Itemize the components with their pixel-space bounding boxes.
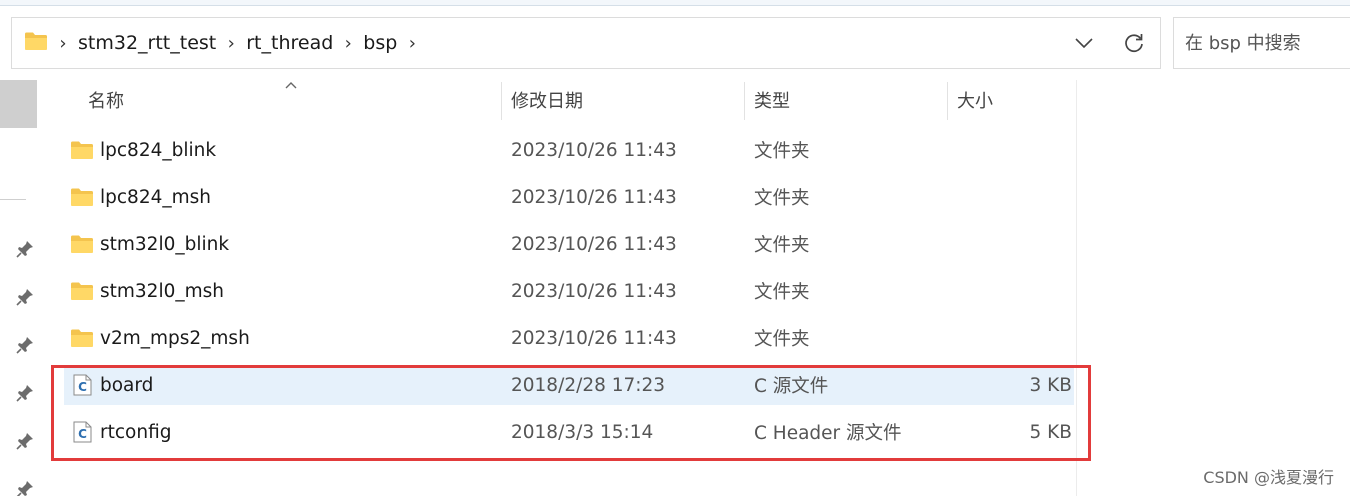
file-type: 文件夹 [754,282,810,303]
file-date: 2023/10/26 11:43 [511,139,677,161]
refresh-icon [1125,34,1143,53]
folder-icon [24,31,48,55]
file-name[interactable]: stm32l0_blink [100,224,229,264]
pin-icon[interactable] [16,384,34,402]
c-file-icon: C [73,374,92,396]
nav-selected-item[interactable] [0,80,37,128]
svg-text:C: C [78,380,87,394]
search-box[interactable] [1173,17,1350,69]
file-name[interactable]: v2m_mps2_msh [100,318,250,358]
folder-icon [71,235,93,253]
file-name[interactable]: stm32l0_msh [100,271,224,311]
file-date: 2023/10/26 11:43 [511,280,677,302]
list-item[interactable]: lpc824_blink 2023/10/26 11:43 文件夹 [64,130,1074,170]
file-date: 2018/2/28 17:23 [511,374,666,396]
address-bar[interactable]: › stm32_rtt_test › rt_thread › bsp › [11,17,1161,69]
pin-icon[interactable] [16,288,34,306]
file-type: C 源文件 [754,376,829,397]
file-type: C Header 源文件 [754,423,902,444]
svg-text:C: C [78,427,87,441]
file-date: 2023/10/26 11:43 [511,327,677,349]
column-divider[interactable] [501,82,502,120]
watermark: CSDN @浅夏漫行 [1203,468,1334,487]
folder-icon [71,141,93,159]
file-type: 文件夹 [754,329,810,350]
chevron-down-icon [1075,38,1093,49]
file-name[interactable]: rtconfig [100,412,171,452]
folder-icon [71,329,93,347]
folder-icon [71,282,93,300]
breadcrumb-separator[interactable]: › [397,33,427,54]
file-type: 文件夹 [754,235,810,256]
pin-icon[interactable] [16,336,34,354]
c-file-icon: C [73,421,92,443]
file-size: 3 KB [1029,374,1072,396]
file-list[interactable]: 名称 修改日期 类型 大小 lpc824_blink 2023/10/26 11… [60,80,1075,496]
search-input[interactable] [1174,18,1350,68]
list-item[interactable]: lpc824_msh 2023/10/26 11:43 文件夹 [64,177,1074,217]
pin-icon[interactable] [16,240,34,258]
list-item[interactable]: v2m_mps2_msh 2023/10/26 11:43 文件夹 [64,318,1074,358]
column-header-date[interactable]: 修改日期 [511,80,583,120]
title-bar-edge [0,0,1350,6]
column-header-row: 名称 修改日期 类型 大小 [60,80,1075,120]
column-divider[interactable] [947,82,948,120]
breadcrumb-item[interactable]: bsp [363,32,397,54]
list-item[interactable]: C board 2018/2/28 17:23 C 源文件 3 KB [64,365,1074,405]
file-type: 文件夹 [754,141,810,162]
file-name[interactable]: lpc824_blink [100,130,216,170]
list-item[interactable]: stm32l0_blink 2023/10/26 11:43 文件夹 [64,224,1074,264]
column-header-name[interactable]: 名称 [88,80,124,120]
breadcrumb-item[interactable]: stm32_rtt_test [78,32,216,54]
pane-divider [1076,80,1077,496]
list-item[interactable]: C rtconfig 2018/3/3 15:14 C Header 源文件 5… [64,412,1074,452]
refresh-button[interactable] [1108,18,1160,68]
file-name[interactable]: lpc824_msh [100,177,211,217]
column-header-type[interactable]: 类型 [754,80,790,120]
sort-ascending-icon [285,82,297,89]
file-size: 5 KB [1029,421,1072,443]
history-dropdown-button[interactable] [1060,18,1108,68]
list-item[interactable]: stm32l0_msh 2023/10/26 11:43 文件夹 [64,271,1074,311]
breadcrumb-item[interactable]: rt_thread [246,32,333,54]
pin-icon[interactable] [16,432,34,450]
nav-divider [0,199,26,200]
file-name[interactable]: board [100,365,153,405]
file-date: 2023/10/26 11:43 [511,186,677,208]
folder-icon [71,188,93,206]
breadcrumb-separator[interactable]: › [216,33,246,54]
breadcrumb-separator[interactable]: › [48,33,78,54]
column-header-size[interactable]: 大小 [957,80,993,120]
column-divider[interactable] [744,82,745,120]
navigation-pane[interactable] [0,80,40,496]
pin-icon[interactable] [16,480,34,496]
file-date: 2023/10/26 11:43 [511,233,677,255]
file-date: 2018/3/3 15:14 [511,421,654,443]
file-explorer-window: › stm32_rtt_test › rt_thread › bsp › 在 b… [0,0,1350,496]
file-type: 文件夹 [754,188,810,209]
breadcrumb-separator[interactable]: › [333,33,363,54]
